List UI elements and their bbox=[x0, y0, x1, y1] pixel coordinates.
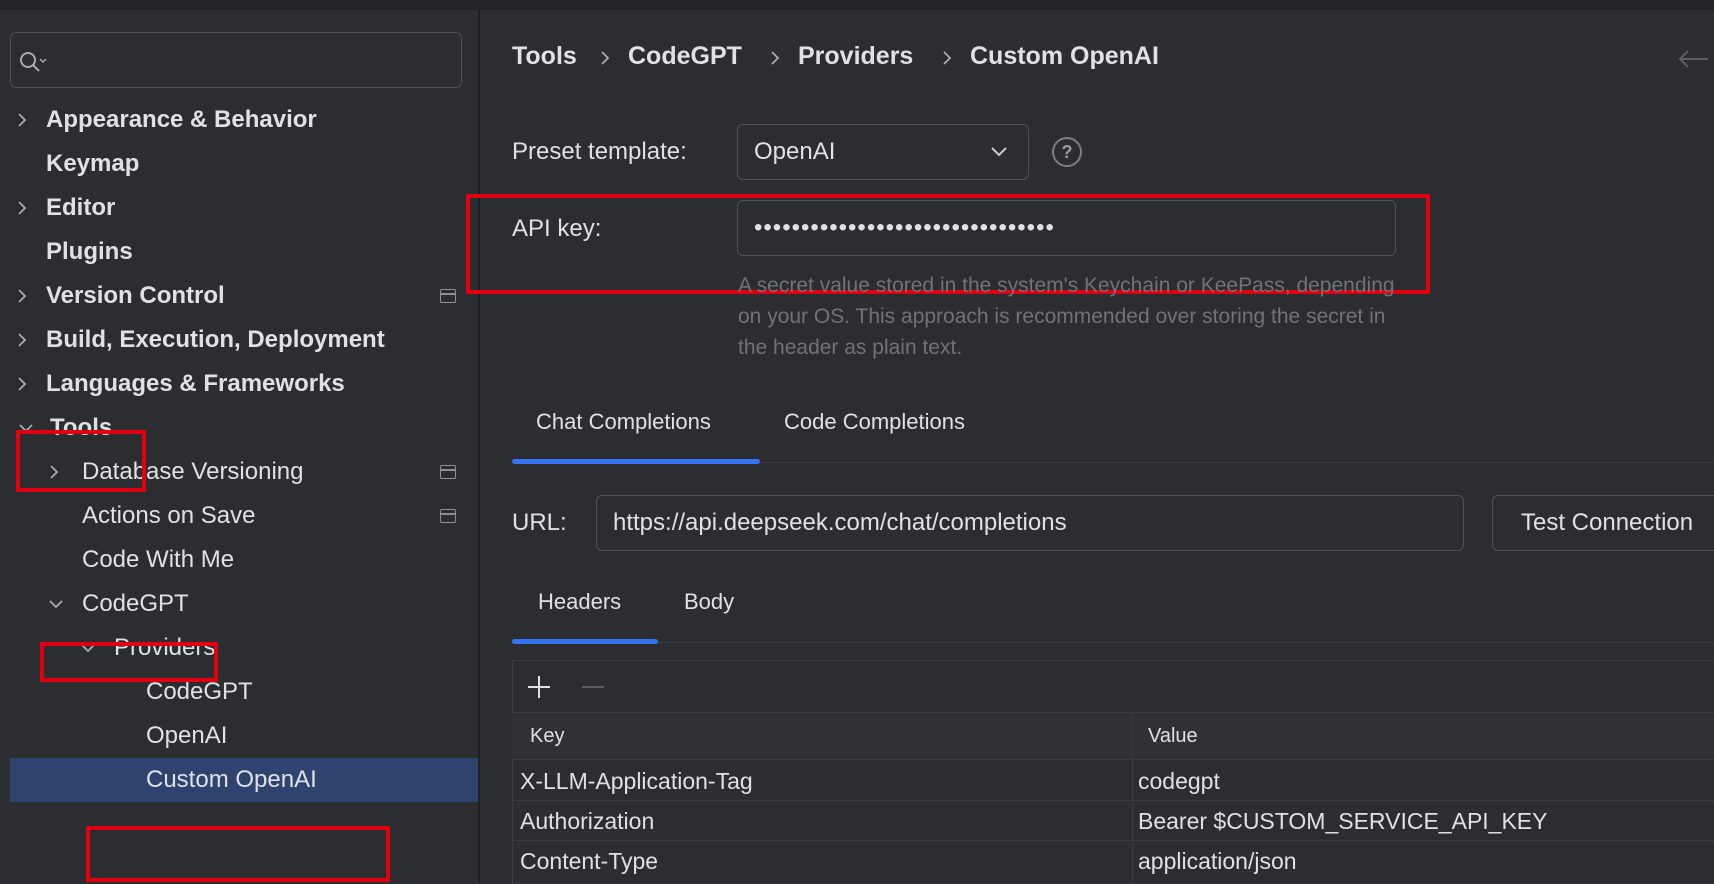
chevron-right-icon bbox=[771, 51, 780, 65]
test-connection-button[interactable]: Test Connection bbox=[1492, 495, 1714, 551]
tab-chat-completions[interactable]: Chat Completions bbox=[536, 402, 711, 442]
sidebar-item-label: Keymap bbox=[46, 150, 140, 177]
sidebar-item-label: Custom OpenAI bbox=[146, 766, 317, 793]
page-title: Custom OpenAI bbox=[970, 42, 1159, 70]
url-value: https://api.deepseek.com/chat/completion… bbox=[613, 509, 1067, 536]
url-label: URL: bbox=[512, 509, 567, 536]
window-top-strip bbox=[0, 0, 1714, 10]
tab-code-completions[interactable]: Code Completions bbox=[784, 402, 965, 442]
tab-body[interactable]: Body bbox=[684, 582, 734, 622]
sidebar-item-label: Appearance & Behavior bbox=[46, 106, 317, 133]
sidebar-item-custom-openai[interactable]: Custom OpenAI bbox=[10, 758, 478, 802]
tab-headers[interactable]: Headers bbox=[538, 582, 621, 622]
preset-template-value: OpenAI bbox=[754, 138, 836, 165]
url-input[interactable]: https://api.deepseek.com/chat/completion… bbox=[596, 495, 1464, 551]
project-scope-icon bbox=[440, 509, 456, 523]
sidebar-item-label: Code With Me bbox=[82, 546, 235, 573]
add-icon[interactable] bbox=[524, 672, 554, 702]
column-header-key[interactable]: Key bbox=[530, 713, 564, 759]
sidebar-item-codegpt[interactable]: CodeGPT bbox=[0, 582, 478, 626]
api-key-hint-line: on your OS. This approach is recommended… bbox=[738, 305, 1386, 328]
chevron-right-icon bbox=[18, 201, 27, 215]
project-scope-icon bbox=[440, 289, 456, 303]
sidebar-item-appearance[interactable]: Appearance & Behavior bbox=[0, 98, 478, 142]
sidebar-item-provider-openai[interactable]: OpenAI bbox=[0, 714, 478, 758]
subtab-divider bbox=[512, 642, 1714, 643]
chevron-right-icon bbox=[18, 377, 27, 391]
chevron-right-icon bbox=[601, 51, 610, 65]
subtab-active-indicator bbox=[512, 639, 658, 644]
back-arrow-icon[interactable] bbox=[1672, 44, 1712, 74]
tab-active-indicator bbox=[512, 459, 760, 464]
highlight-codegpt bbox=[40, 642, 218, 682]
sidebar-item-editor[interactable]: Editor bbox=[0, 186, 478, 230]
chevron-down-icon bbox=[49, 600, 63, 609]
table-row[interactable]: Content-Type application/json bbox=[512, 842, 1714, 880]
sidebar-item-keymap[interactable]: Keymap bbox=[0, 142, 478, 186]
preset-template-dropdown[interactable]: OpenAI bbox=[737, 124, 1029, 180]
sidebar-item-version-control[interactable]: Version Control bbox=[0, 274, 478, 318]
table-cell-key[interactable]: Authorization bbox=[520, 802, 654, 840]
breadcrumb-item[interactable]: Providers bbox=[798, 34, 913, 78]
sidebar-item-build[interactable]: Build, Execution, Deployment bbox=[0, 318, 478, 362]
column-header-value[interactable]: Value bbox=[1148, 713, 1198, 759]
test-connection-label: Test Connection bbox=[1521, 509, 1694, 536]
table-row[interactable]: X-LLM-Application-Tag codegpt bbox=[512, 762, 1714, 801]
table-cell-value[interactable]: application/json bbox=[1138, 842, 1297, 880]
sidebar-divider[interactable] bbox=[478, 10, 480, 882]
sidebar-item-actions-on-save[interactable]: Actions on Save bbox=[0, 494, 478, 538]
chevron-down-icon bbox=[991, 147, 1007, 157]
sidebar-item-label: Plugins bbox=[46, 238, 133, 265]
table-cell-value[interactable]: Bearer $CUSTOM_SERVICE_API_KEY bbox=[1138, 802, 1548, 840]
preset-template-label: Preset template: bbox=[512, 138, 687, 165]
highlight-tools bbox=[16, 430, 146, 492]
sidebar-item-plugins[interactable]: Plugins bbox=[0, 230, 478, 274]
remove-icon[interactable] bbox=[578, 672, 608, 702]
highlight-custom-openai bbox=[86, 826, 390, 882]
sidebar-item-label: Build, Execution, Deployment bbox=[46, 326, 385, 353]
chevron-right-icon bbox=[18, 113, 27, 127]
chevron-right-icon bbox=[943, 51, 952, 65]
api-key-hint-line: A secret value stored in the system's Ke… bbox=[738, 274, 1395, 297]
chevron-right-icon bbox=[18, 289, 27, 303]
sidebar-item-languages[interactable]: Languages & Frameworks bbox=[0, 362, 478, 406]
table-cell-key[interactable]: X-LLM-Application-Tag bbox=[520, 762, 753, 800]
settings-search-input[interactable] bbox=[10, 32, 462, 88]
sidebar-item-label: Version Control bbox=[46, 282, 225, 309]
breadcrumb-item[interactable]: CodeGPT bbox=[628, 34, 742, 78]
sidebar-item-label: Editor bbox=[46, 194, 116, 221]
chevron-right-icon bbox=[18, 333, 27, 347]
table-row[interactable]: Authorization Bearer $CUSTOM_SERVICE_API… bbox=[512, 802, 1714, 841]
project-scope-icon bbox=[440, 465, 456, 479]
sidebar-item-code-with-me[interactable]: Code With Me bbox=[0, 538, 478, 582]
sidebar-item-label: Languages & Frameworks bbox=[46, 370, 345, 397]
sidebar-item-label: Actions on Save bbox=[82, 502, 256, 529]
api-key-hint-line: the header as plain text. bbox=[738, 336, 963, 359]
table-cell-key[interactable]: Content-Type bbox=[520, 842, 658, 880]
sidebar-item-label: CodeGPT bbox=[82, 590, 189, 617]
help-icon[interactable]: ? bbox=[1052, 137, 1082, 167]
sidebar-item-label: OpenAI bbox=[146, 722, 228, 749]
breadcrumb-item[interactable]: Tools bbox=[512, 34, 577, 78]
table-header-row bbox=[512, 713, 1714, 760]
search-icon[interactable] bbox=[18, 50, 48, 74]
table-cell-value[interactable]: codegpt bbox=[1138, 762, 1220, 800]
